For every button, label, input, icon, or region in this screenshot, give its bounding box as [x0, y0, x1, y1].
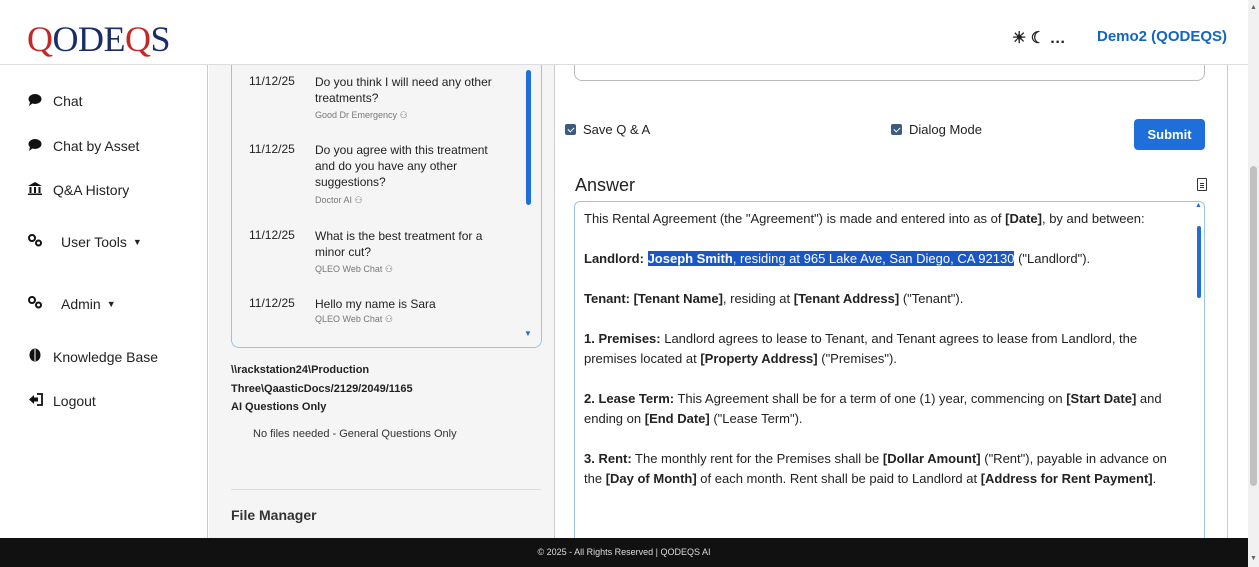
selected-text: Joseph Smith, residing at 965 Lake Ave, …	[647, 251, 1015, 266]
ai-questions-only-label: AI Questions Only	[231, 401, 327, 413]
logo-letter: DE	[78, 19, 126, 59]
sidebar-item-label: Knowledge Base	[53, 348, 159, 365]
answer-content[interactable]: This Rental Agreement (the "Agreement") …	[574, 201, 1205, 538]
sidebar-item-knowledge-base[interactable]: Knowledge Base	[25, 348, 158, 365]
no-files-note: No files needed - General Questions Only	[253, 428, 457, 440]
bank-icon	[25, 182, 45, 198]
answer-paragraph: 3. Rent: The monthly rent for the Premis…	[584, 451, 1167, 486]
history-question: What is the best treatment for a minor c…	[315, 229, 483, 259]
save-qa-checkbox[interactable]: Save Q & A	[565, 122, 650, 137]
answer-paragraph: 2. Lease Term: This Agreement shall be f…	[584, 391, 1162, 426]
history-question: Hello my name is Sara	[315, 297, 436, 311]
chat-panel: Save Q & A Dialog Mode Submit Answer Thi…	[556, 65, 1228, 538]
sidebar-item-label: Logout	[53, 393, 96, 409]
answer-heading: Answer	[575, 175, 636, 195]
users-icon: ⚇	[384, 314, 393, 324]
path-line: Three\QaasticDocs/2129/2049/1165	[231, 383, 413, 395]
checkbox-checked-icon	[565, 124, 576, 135]
checkbox-checked-icon	[891, 124, 902, 135]
logo-letter: S	[150, 19, 171, 59]
question-input[interactable]	[574, 65, 1205, 81]
users-icon: ⚇	[354, 195, 363, 205]
history-panel: 11/12/25 Do you think I will need any ot…	[209, 65, 555, 538]
save-qa-label: Save Q & A	[583, 122, 651, 137]
users-icon: ⚇	[384, 264, 393, 274]
page-scrollbar-thumb[interactable]	[1250, 166, 1257, 486]
sidebar-item-user-tools[interactable]: User Tools ▼	[25, 234, 142, 250]
document-path: \\rackstation24\Production Three\Qaastic…	[231, 361, 413, 399]
logo-letter: O	[52, 19, 79, 59]
sidebar-item-qa-history[interactable]: Q&A History	[25, 182, 129, 198]
path-line: \\rackstation24\Production	[231, 364, 370, 376]
logout-icon	[25, 393, 45, 409]
qa-history-list[interactable]: 11/12/25 Do you think I will need any ot…	[231, 65, 542, 348]
answer-text: This Rental Agreement (the "Agreement") …	[584, 209, 1174, 509]
gears-icon	[25, 234, 45, 250]
answer-scrollbar[interactable]	[1197, 226, 1201, 298]
scroll-down-arrow-icon[interactable]: ▼	[524, 329, 532, 338]
history-question: Do you think I will need any other treat…	[315, 75, 492, 105]
brain-icon	[25, 348, 45, 365]
history-question: Do you agree with this treatment and do …	[315, 143, 488, 189]
dialog-mode-checkbox[interactable]: Dialog Mode	[891, 122, 982, 137]
sidebar-item-label: Chat by Asset	[53, 138, 140, 154]
chevron-down-icon: ▼	[132, 237, 142, 247]
chevron-down-icon: ▼	[106, 299, 116, 309]
sidebar-item-label: Admin	[61, 296, 101, 312]
scroll-up-arrow-icon[interactable]: ▲	[1250, 4, 1257, 11]
history-source: Doctor AI ⚇	[315, 195, 363, 205]
logo-letter: Q	[125, 19, 151, 59]
scroll-down-arrow-icon[interactable]: ▼	[1250, 555, 1257, 562]
answer-paragraph: Tenant: [Tenant Name], residing at [Tena…	[584, 291, 964, 306]
page-scrollbar[interactable]: ▲ ▼	[1248, 0, 1259, 567]
submit-button[interactable]: Submit	[1134, 119, 1205, 150]
history-scrollbar[interactable]	[526, 70, 531, 205]
scroll-up-arrow-icon[interactable]: ▲	[1195, 202, 1202, 209]
history-source: QLEO Web Chat ⚇	[315, 314, 393, 324]
sidebar-item-label: User Tools	[61, 234, 127, 250]
file-manager-heading[interactable]: File Manager	[231, 507, 317, 523]
sidebar-item-admin[interactable]: Admin ▼	[25, 296, 116, 312]
sidebar-item-chat[interactable]: Chat	[25, 93, 83, 109]
sidebar-item-label: Chat	[53, 93, 83, 109]
history-source: Good Dr Emergency ⚇	[315, 110, 408, 120]
history-date: 11/12/25	[249, 142, 295, 156]
sidebar-item-chat-by-asset[interactable]: Chat by Asset	[25, 138, 139, 154]
answer-paragraph: 1. Premises: Landlord agrees to lease to…	[584, 331, 1138, 366]
sidebar-item-label: Q&A History	[53, 182, 130, 198]
answer-paragraph: This Rental Agreement (the "Agreement") …	[584, 211, 1145, 226]
sidebar: Chat Chat by Asset Q&A History User Tool…	[0, 65, 208, 538]
theme-toggle-icons[interactable]: ☀ ☾ …	[1012, 28, 1066, 48]
history-date: 11/12/25	[249, 296, 295, 310]
gears-icon	[25, 296, 45, 312]
chat-bubble-icon	[25, 93, 45, 109]
answer-paragraph: Landlord: Joseph Smith, residing at 965 …	[584, 251, 1091, 266]
dialog-mode-label: Dialog Mode	[909, 122, 982, 137]
sidebar-item-logout[interactable]: Logout	[25, 393, 96, 409]
user-menu[interactable]: Demo2 (QODEQS)	[1097, 28, 1227, 45]
top-header: QODEQS ☀ ☾ … Demo2 (QODEQS)	[0, 0, 1248, 65]
footer: © 2025 - All Rights Reserved | QODEQS AI	[0, 538, 1248, 567]
divider	[231, 489, 541, 490]
document-icon[interactable]	[1197, 178, 1207, 191]
chat-bubble-icon	[25, 138, 45, 154]
users-icon: ⚇	[399, 110, 408, 120]
qodeqs-logo[interactable]: QODEQS	[27, 19, 171, 59]
logo-letter: Q	[27, 19, 53, 59]
history-source: QLEO Web Chat ⚇	[315, 264, 393, 274]
history-date: 11/12/25	[249, 74, 295, 88]
history-date: 11/12/25	[249, 228, 295, 242]
